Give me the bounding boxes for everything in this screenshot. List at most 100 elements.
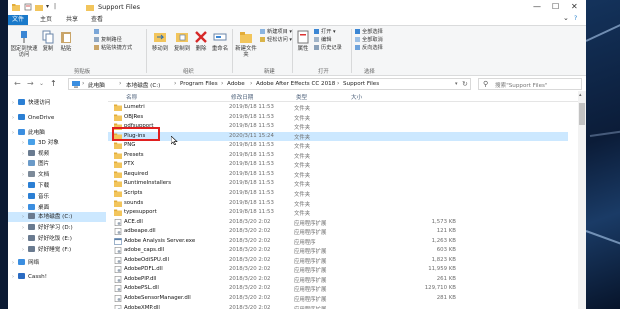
properties-button[interactable]: 属性 <box>294 30 312 52</box>
file-size: 1,573 KB <box>431 218 456 225</box>
file-row[interactable]: adobe_caps.dll 2018/3/20 2:02 应用程序扩展 603 KB <box>108 246 568 256</box>
quick-access-new-folder-icon[interactable] <box>35 3 43 11</box>
file-row[interactable]: PTX 2019/8/18 11:53 文件夹 <box>108 160 568 170</box>
up-arrow-icon[interactable]: ↑ <box>50 79 57 88</box>
breadcrumb-after-effects[interactable]: Adobe After Effects CC 2018 <box>256 81 335 87</box>
dll-file-icon <box>114 228 122 236</box>
breadcrumb-this-pc[interactable]: 此电脑 <box>88 81 105 89</box>
paste-shortcut-button[interactable]: 粘贴快捷方式 <box>94 45 132 52</box>
search-input[interactable]: ⚲ 搜索"Support Files" <box>478 78 582 90</box>
delete-button[interactable]: 删除 <box>193 30 209 52</box>
select-none-button[interactable]: 全部取消 <box>355 37 383 44</box>
sidebar-item[interactable]: › 好好学习 (D:) <box>8 223 106 233</box>
sidebar-item[interactable]: › 音乐 <box>8 192 106 202</box>
file-row[interactable]: adbeape.dll 2018/3/20 2:02 应用程序扩展 121 KB <box>108 227 568 237</box>
open-button[interactable]: 打开 ▾ <box>314 29 336 36</box>
back-arrow-icon[interactable]: ← <box>14 79 21 88</box>
recent-locations-icon[interactable]: ⌄ <box>39 80 44 87</box>
file-row[interactable]: AdobeOdiSPU.dll 2018/3/20 2:02 应用程序扩展 1,823… <box>108 256 568 266</box>
file-row[interactable]: pdfsupport 2019/8/18 11:53 文件夹 <box>108 122 568 132</box>
file-row[interactable]: ACE.dll 2018/3/20 2:02 应用程序扩展 1,573 KB <box>108 218 568 228</box>
refresh-icon[interactable]: ↻ <box>462 80 468 88</box>
new-folder-icon <box>240 32 252 43</box>
file-row[interactable]: Scripts 2019/8/18 11:53 文件夹 <box>108 189 568 199</box>
file-row[interactable]: Presets 2019/8/18 11:53 文件夹 <box>108 151 568 161</box>
address-box[interactable]: › 此电脑 › 本地磁盘 (C:) › Program Files › Adob… <box>68 78 471 90</box>
copy-to-button[interactable]: 复制到 <box>171 30 193 52</box>
folder-icon <box>114 152 122 159</box>
sidebar-item[interactable]: › 文档 <box>8 170 106 180</box>
sidebar-item[interactable]: › 3D 对象 <box>8 138 106 148</box>
vertical-scrollbar[interactable]: ▴ <box>578 91 586 309</box>
breadcrumb-support-files[interactable]: Support Files <box>343 81 379 87</box>
pin-to-quick-access-button[interactable]: 固定到快速访问 <box>10 30 38 58</box>
file-size: 121 KB <box>436 228 456 235</box>
new-item-button[interactable]: 新建项目 ▾ <box>260 29 292 36</box>
chevron-down-icon[interactable]: ▾ <box>46 3 49 10</box>
sidebar-item[interactable]: › 好好吃饭 (E:) <box>8 234 106 244</box>
rename-button[interactable]: 重命名 <box>210 30 230 52</box>
group-clipboard: 剪贴板 <box>74 69 91 75</box>
maximize-icon[interactable]: ☐ <box>552 2 559 11</box>
column-type[interactable]: 类型 <box>296 93 307 101</box>
chevron-down-icon[interactable]: ⌄ <box>563 14 569 22</box>
file-row[interactable]: AdobePDFL.dll 2018/3/20 2:02 应用程序扩展 11,959 … <box>108 265 568 275</box>
select-all-button[interactable]: 全部选择 <box>355 29 383 36</box>
copy-to-label: 复制到 <box>173 46 191 52</box>
file-name: RuntimeInstallers <box>124 180 172 187</box>
quick-access-properties-icon[interactable] <box>24 3 32 11</box>
history-button[interactable]: 历史记录 <box>314 45 342 52</box>
breadcrumb-program-files[interactable]: Program Files <box>180 81 218 87</box>
paste-button[interactable]: 粘贴 <box>58 30 74 52</box>
tab-home[interactable]: 主页 <box>36 15 56 25</box>
sidebar-item[interactable]: › Cassh! <box>8 272 106 282</box>
minimize-icon[interactable]: — <box>533 2 541 11</box>
tab-file[interactable]: 文件 <box>8 15 28 25</box>
file-row[interactable]: RuntimeInstallers 2019/8/18 11:53 文件夹 <box>108 179 568 189</box>
help-icon[interactable]: ? <box>574 15 577 22</box>
breadcrumb-adobe[interactable]: Adobe <box>227 81 245 87</box>
file-type: 应用程序扩展 <box>294 287 327 294</box>
invert-selection-button[interactable]: 反向选择 <box>355 45 383 52</box>
scroll-up-icon[interactable]: ▴ <box>579 92 582 98</box>
sidebar-item[interactable]: › 此电脑 <box>8 128 106 138</box>
file-row[interactable]: Lumetri 2019/8/18 11:53 文件夹 <box>108 103 568 113</box>
close-icon[interactable]: ✕ <box>571 2 578 11</box>
column-size[interactable]: 大小 <box>351 93 362 101</box>
sidebar-item[interactable]: › 图片 <box>8 159 106 169</box>
new-folder-button[interactable]: 新建文件夹 <box>234 30 258 58</box>
file-row[interactable]: AdobeXMP.dll 2018/3/20 2:02 应用程序扩展 <box>108 304 568 309</box>
tab-view[interactable]: 查看 <box>87 15 107 25</box>
file-row[interactable]: sounds 2019/8/18 11:53 文件夹 <box>108 199 568 209</box>
dll-file-icon <box>114 266 122 274</box>
sidebar-item[interactable]: › 视频 <box>8 149 106 159</box>
column-date[interactable]: 修改日期 <box>231 93 253 101</box>
sidebar-item[interactable]: › 好好睡觉 (F:) <box>8 245 106 255</box>
cut-button[interactable] <box>94 29 101 36</box>
file-row[interactable]: AdobeSensorManager.dll 2018/3/20 2:02 应用程序… <box>108 294 568 304</box>
file-row[interactable]: AdobePSL.dll 2018/3/20 2:02 应用程序扩展 129,710 … <box>108 284 568 294</box>
copy-path-button[interactable]: 复制路径 <box>94 37 122 44</box>
copy-button[interactable]: 复制 <box>40 30 56 52</box>
file-row[interactable]: OBJRes 2019/8/18 11:53 文件夹 <box>108 113 568 123</box>
sidebar-item[interactable]: › 网络 <box>8 258 106 268</box>
sidebar-item[interactable]: › OneDrive <box>8 113 106 123</box>
move-to-button[interactable]: 移动到 <box>149 30 171 52</box>
address-dropdown-icon[interactable]: ▾ <box>455 81 458 87</box>
file-size: 281 KB <box>436 295 456 301</box>
file-row[interactable]: Required 2019/8/18 11:53 文件夹 <box>108 170 568 180</box>
edit-button[interactable]: 编辑 <box>314 37 331 44</box>
scrollbar-thumb[interactable] <box>579 103 585 125</box>
column-name[interactable]: 名称 <box>126 93 137 101</box>
file-row[interactable]: typesupport 2019/8/18 11:53 文件夹 <box>108 208 568 218</box>
sidebar-item[interactable]: › 本地磁盘 (C:) <box>8 212 106 222</box>
easy-access-button[interactable]: 轻松访问 ▾ <box>260 37 292 44</box>
breadcrumb-local-disk[interactable]: 本地磁盘 (C:) <box>126 81 160 89</box>
forward-arrow-icon[interactable]: → <box>27 79 34 88</box>
file-type: 文件夹 <box>294 153 311 160</box>
sidebar-item[interactable]: › 下载 <box>8 181 106 191</box>
file-row[interactable]: Adobe Analysis Server.exe 2018/3/20 2:02 应… <box>108 237 568 247</box>
file-row[interactable]: AdobePIP.dll 2018/3/20 2:02 应用程序扩展 261 KB <box>108 275 568 285</box>
sidebar-item[interactable]: › 快速访问 <box>8 98 106 108</box>
tab-share[interactable]: 共享 <box>62 15 82 25</box>
